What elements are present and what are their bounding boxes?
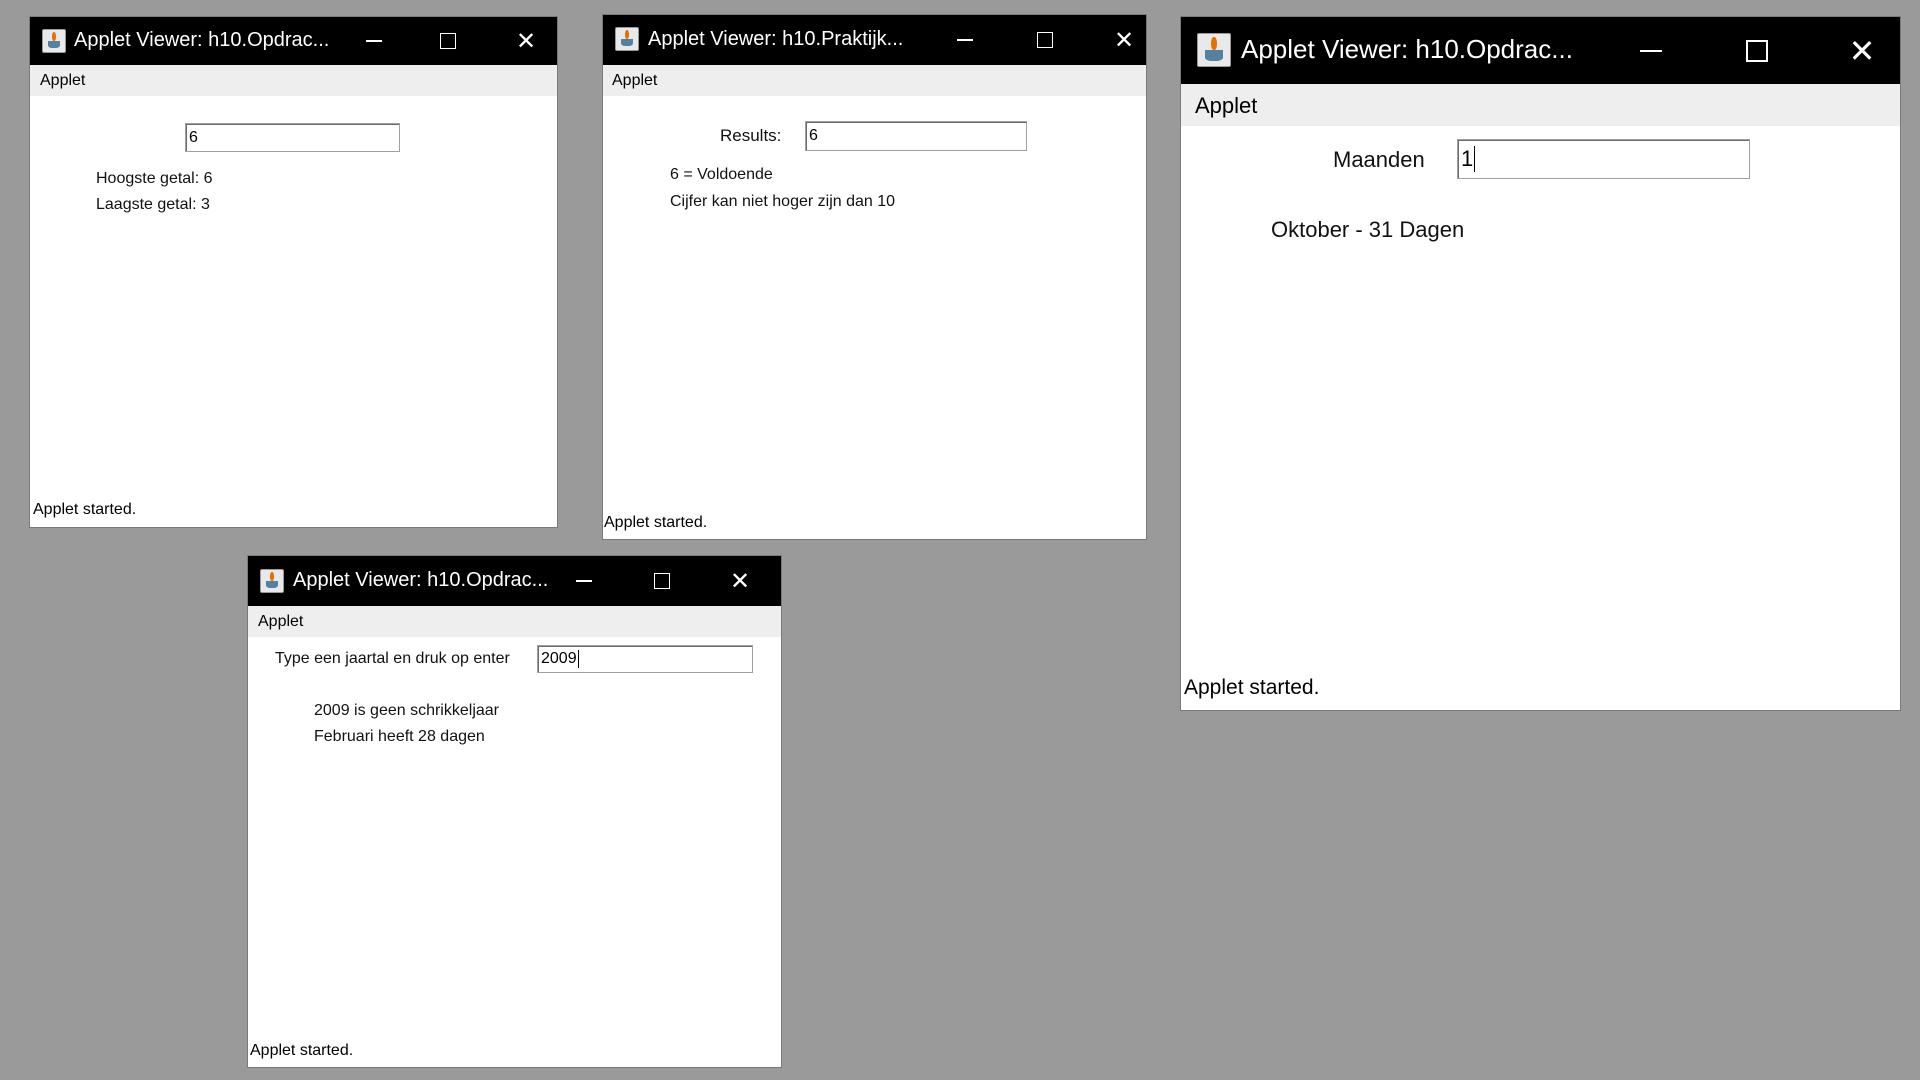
close-icon: ✕ <box>729 567 751 595</box>
status-bar: Applet started. <box>1184 676 1320 699</box>
result-line-2: Laagste getal: 3 <box>96 196 210 213</box>
applet-window-3[interactable]: Applet Viewer: h10.Opdrac... ✕ Applet Ma… <box>1181 17 1900 710</box>
window-title: Applet Viewer: h10.Praktijk... <box>648 28 904 50</box>
status-bar: Applet started. <box>250 1042 354 1059</box>
window-title: Applet Viewer: h10.Opdrac... <box>293 569 549 591</box>
minimize-button[interactable] <box>1621 17 1681 84</box>
result-line-1: Hoogste getal: 6 <box>96 170 213 187</box>
close-icon: ✕ <box>1848 31 1876 70</box>
title-bar[interactable]: Applet Viewer: h10.Praktijk... ✕ <box>603 15 1146 65</box>
maximize-button[interactable] <box>1727 17 1787 84</box>
result-line-1: Oktober - 31 Dagen <box>1271 217 1465 242</box>
close-icon: ✕ <box>1113 26 1135 54</box>
maximize-icon <box>440 33 456 49</box>
menu-bar: Applet <box>248 606 781 637</box>
maximize-icon <box>1746 39 1768 62</box>
close-button[interactable]: ✕ <box>504 17 548 65</box>
close-button[interactable]: ✕ <box>718 556 762 606</box>
maximize-icon <box>654 573 670 589</box>
java-icon <box>1197 33 1231 67</box>
applet-window-1[interactable]: Applet Viewer: h10.Opdrac... ✕ Applet 6 … <box>30 17 557 527</box>
applet-area: Type een jaartal en druk op enter 2009 2… <box>248 637 781 1067</box>
maximize-button[interactable] <box>1023 15 1067 65</box>
status-bar: Applet started. <box>604 514 708 531</box>
window-title: Applet Viewer: h10.Opdrac... <box>1241 34 1573 64</box>
maximize-button[interactable] <box>426 17 470 65</box>
applet-area: Maanden 1 Oktober - 31 Dagen Applet star… <box>1181 126 1900 710</box>
applet-window-4[interactable]: Applet Viewer: h10.Opdrac... ✕ Applet Ty… <box>248 556 781 1067</box>
result-line-1: 2009 is geen schrikkeljaar <box>314 702 499 719</box>
result-line-1: 6 = Voldoende <box>670 166 773 183</box>
menu-applet[interactable]: Applet <box>612 72 657 90</box>
minimize-icon <box>576 580 592 582</box>
maximize-icon <box>1037 32 1053 48</box>
close-icon: ✕ <box>515 27 537 55</box>
maanden-label: Maanden <box>1333 147 1425 172</box>
menu-applet[interactable]: Applet <box>258 613 303 631</box>
menu-bar: Applet <box>1181 84 1900 126</box>
maanden-input-value: 1 <box>1461 146 1474 171</box>
java-icon <box>615 27 639 51</box>
number-input-value: 6 <box>189 128 198 146</box>
minimize-button[interactable] <box>943 15 987 65</box>
results-input-value: 6 <box>809 127 818 144</box>
text-caret <box>1474 146 1476 172</box>
menu-applet[interactable]: Applet <box>1195 93 1257 119</box>
minimize-icon <box>957 39 973 41</box>
close-button[interactable]: ✕ <box>1102 15 1146 65</box>
window-title: Applet Viewer: h10.Opdrac... <box>74 29 330 51</box>
results-input[interactable]: 6 <box>805 121 1027 151</box>
menu-bar: Applet <box>603 65 1146 96</box>
minimize-button[interactable] <box>352 17 396 65</box>
result-line-2: Februari heeft 28 dagen <box>314 728 485 745</box>
java-icon <box>42 29 66 53</box>
menu-applet[interactable]: Applet <box>40 72 85 90</box>
jaartal-input[interactable]: 2009 <box>537 645 753 673</box>
menu-bar: Applet <box>30 65 557 96</box>
title-bar[interactable]: Applet Viewer: h10.Opdrac... ✕ <box>1181 17 1900 84</box>
applet-area: Results: 6 6 = Voldoende Cijfer kan niet… <box>603 96 1146 539</box>
text-caret <box>577 650 579 668</box>
result-line-2: Cijfer kan niet hoger zijn dan 10 <box>670 193 896 210</box>
number-input[interactable]: 6 <box>185 123 400 152</box>
title-bar[interactable]: Applet Viewer: h10.Opdrac... ✕ <box>248 556 781 606</box>
maximize-button[interactable] <box>640 556 684 606</box>
status-bar: Applet started. <box>33 501 137 518</box>
maanden-input[interactable]: 1 <box>1457 139 1750 179</box>
java-icon <box>260 569 284 593</box>
jaartal-label: Type een jaartal en druk op enter <box>275 650 510 667</box>
applet-window-2[interactable]: Applet Viewer: h10.Praktijk... ✕ Applet … <box>603 15 1146 539</box>
desktop: { "windows": [ { "title": "Applet Viewer… <box>0 0 1920 1080</box>
jaartal-input-value: 2009 <box>541 650 577 667</box>
minimize-icon <box>1640 49 1662 52</box>
minimize-button[interactable] <box>562 556 606 606</box>
minimize-icon <box>366 40 382 42</box>
close-button[interactable]: ✕ <box>1832 17 1892 84</box>
title-bar[interactable]: Applet Viewer: h10.Opdrac... ✕ <box>30 17 557 65</box>
results-label: Results: <box>720 126 782 145</box>
applet-area: 6 Hoogste getal: 6 Laagste getal: 3 Appl… <box>30 96 557 527</box>
